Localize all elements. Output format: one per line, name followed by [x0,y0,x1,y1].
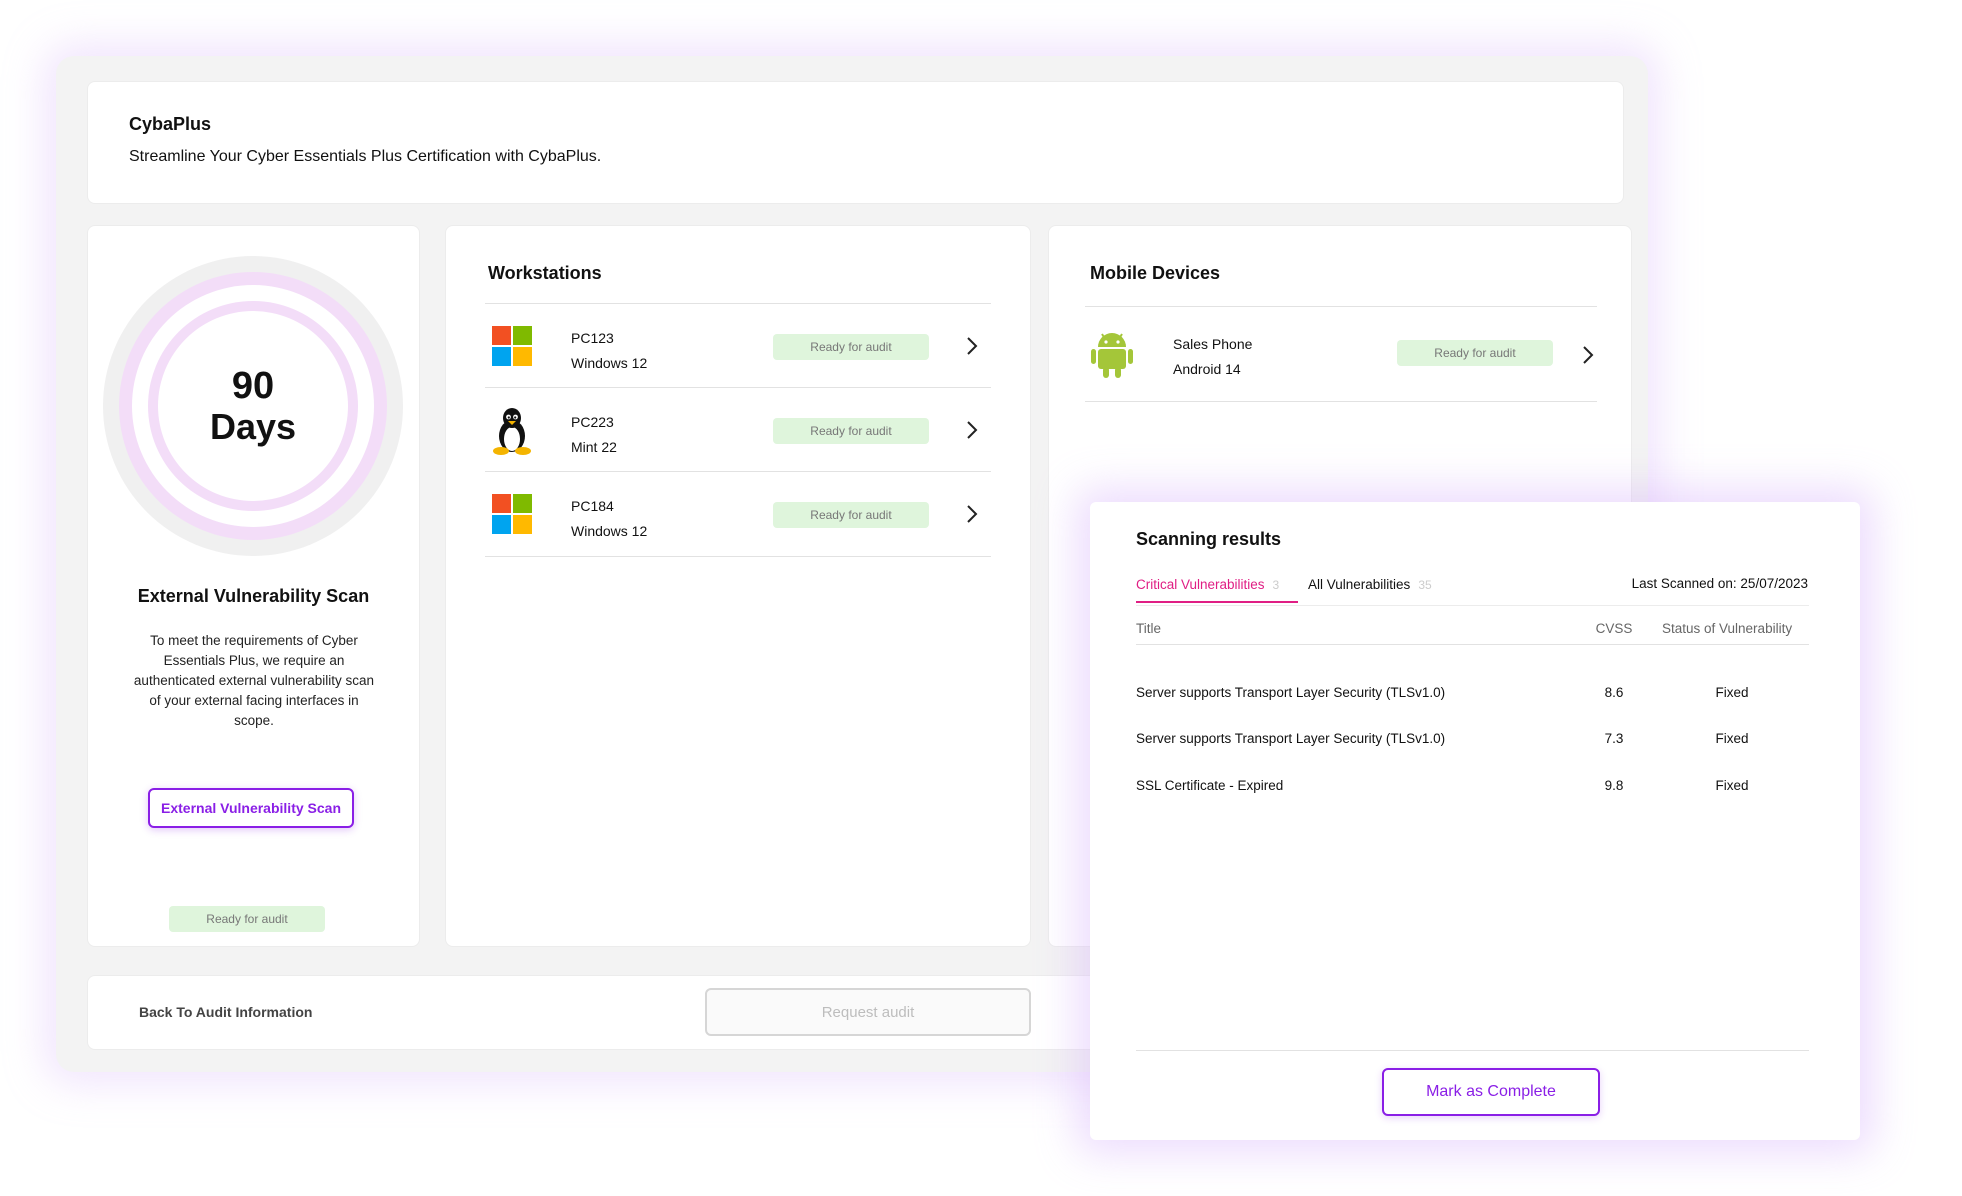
column-header-title: Title [1136,621,1162,636]
vulnerability-title: Server supports Transport Layer Security… [1136,731,1446,746]
device-os: Windows 12 [571,355,648,371]
table-row[interactable]: Server supports Transport Layer Security… [1136,685,1809,725]
tab-all-vulnerabilities[interactable]: All Vulnerabilities 35 [1308,577,1432,592]
scanning-results-title: Scanning results [1136,529,1282,549]
status-badge: Ready for audit [773,334,929,360]
tab-label: Critical Vulnerabilities [1136,577,1265,592]
device-name: PC184 [571,498,614,514]
workstation-row[interactable]: PC123 Windows 12 Ready for audit [485,303,991,388]
app-subtitle: Streamline Your Cyber Essentials Plus Ce… [129,148,602,165]
scan-description: To meet the requirements of Cyber Essent… [133,633,375,728]
mobile-device-row[interactable]: Sales Phone Android 14 Ready for audit [1085,306,1597,402]
mark-as-complete-button[interactable]: Mark as Complete [1382,1068,1600,1116]
linux-icon [493,408,531,455]
scanning-results-modal: Scanning results Critical Vulnerabilitie… [1090,502,1860,1140]
header-card: CybaPlus Streamline Your Cyber Essential… [87,81,1624,204]
external-scan-panel: 90 Days External Vulnerability Scan To m… [87,225,420,947]
status-badge: Ready for audit [773,502,929,528]
last-scanned-date: Last Scanned on: 25/07/2023 [1631,576,1808,591]
device-name: PC123 [571,330,614,346]
chevron-right-icon[interactable] [965,334,979,358]
tab-label: All Vulnerabilities [1308,577,1411,592]
windows-icon [492,494,532,534]
vulnerability-status: Fixed [1715,778,1749,793]
app-title: CybaPlus [129,114,212,134]
tab-critical-vulnerabilities[interactable]: Critical Vulnerabilities 3 [1136,577,1279,592]
status-badge: Ready for audit [773,418,929,444]
request-audit-button[interactable]: Request audit [705,988,1031,1036]
tab-count: 3 [1272,578,1280,592]
scan-title: External Vulnerability Scan [137,586,370,606]
days-label: Days [209,406,297,447]
active-tab-indicator [1136,601,1298,603]
workstation-row[interactable]: PC223 Mint 22 Ready for audit [485,387,991,472]
bottom-bar: Back To Audit Information Request audit [87,975,1129,1050]
vulnerability-status: Fixed [1715,731,1749,746]
cvss-score: 7.3 [1604,731,1624,746]
mobile-devices-title: Mobile Devices [1090,263,1221,283]
android-icon [1091,333,1133,378]
chevron-right-icon[interactable] [1581,343,1595,367]
status-badge: Ready for audit [1397,340,1553,366]
device-name: PC223 [571,414,614,430]
scan-status-badge: Ready for audit [169,906,325,932]
table-row[interactable]: Server supports Transport Layer Security… [1136,731,1809,771]
vulnerability-title: Server supports Transport Layer Security… [1136,685,1446,700]
table-row[interactable]: SSL Certificate - Expired 9.8 Fixed [1136,778,1809,818]
device-os: Windows 12 [571,523,648,539]
workstations-panel: Workstations PC123 Windows 12 Ready for … [445,225,1031,947]
column-header-status: Status of Vulnerability [1662,621,1793,636]
back-to-audit-link[interactable]: Back To Audit Information [139,1004,312,1020]
chevron-right-icon[interactable] [965,418,979,442]
cvss-score: 9.8 [1604,778,1624,793]
cvss-score: 8.6 [1604,685,1624,700]
vulnerability-status: Fixed [1715,685,1749,700]
external-scan-button[interactable]: External Vulnerability Scan [148,788,354,828]
days-ring: 90 Days [103,256,403,556]
device-os: Mint 22 [571,439,617,455]
results-table-header: Title CVSS Status of Vulnerability [1136,605,1809,645]
windows-icon [492,326,532,366]
column-header-cvss: CVSS [1595,621,1633,636]
device-os: Android 14 [1173,361,1241,377]
workstation-row[interactable]: PC184 Windows 12 Ready for audit [485,471,991,557]
device-name: Sales Phone [1173,336,1253,352]
vulnerability-title: SSL Certificate - Expired [1136,778,1284,793]
chevron-right-icon[interactable] [965,502,979,526]
workstations-title: Workstations [488,263,602,283]
divider [1136,1050,1809,1051]
days-count: 90 [231,365,275,407]
tab-count: 35 [1418,578,1432,592]
